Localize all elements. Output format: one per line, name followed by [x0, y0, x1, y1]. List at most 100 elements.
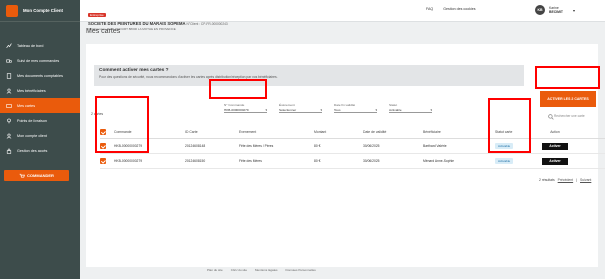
sidebar-item-label: Mes cartes	[17, 103, 36, 108]
sidebar-item-beneficiaries[interactable]: Mes bénéficiaires	[0, 83, 80, 98]
footer-link-legal[interactable]: Mentions légales	[255, 268, 278, 272]
table-row: HKB-00000000279 20124608150 Fête des Mèr…	[100, 154, 605, 169]
info-text: Pour des questions de sécurité, nous rec…	[99, 75, 278, 79]
sidebar-title: Mon Compte Client	[23, 8, 64, 13]
activate-button[interactable]: Activer	[542, 142, 568, 150]
order-button[interactable]: COMMANDER	[4, 170, 69, 181]
cards-count: 2 cartes	[91, 112, 104, 116]
cards-panel: Comment activer mes cartes ? Pour des qu…	[86, 44, 605, 267]
filters-bar: N° Commande HKB-0000000279 ▾ Événement Sé…	[224, 103, 444, 113]
pagination: 2 résultats Précédent | Suivant	[539, 178, 591, 182]
sidebar-item-label: Suivi de mes commandes	[17, 58, 60, 63]
column-header[interactable]: Commande	[114, 130, 185, 134]
sidebar-header[interactable]: Mon Compte Client	[0, 0, 80, 22]
sidebar-item-label: Gestion des accès	[17, 148, 48, 153]
row-select-cell	[100, 143, 114, 149]
cell-card-id: 20124608148	[185, 144, 206, 148]
column-header: Bénéficiaire	[423, 130, 441, 134]
cell-status: Activable	[495, 158, 535, 164]
search-icon	[548, 114, 554, 120]
dashboard-icon	[6, 42, 12, 49]
faq-link[interactable]: FAQ	[426, 7, 433, 11]
footer-link-sitemap[interactable]: Plan du site	[207, 268, 223, 272]
user-name: Karine BECIMIT	[549, 6, 563, 14]
pin-icon	[6, 118, 12, 124]
filter-event[interactable]: Événement Sélectionner ▾	[279, 103, 322, 113]
status-badge: Activable	[495, 158, 514, 164]
filter-validity-date[interactable]: Date fin validité Tous ▾	[334, 103, 377, 113]
prev-page-link[interactable]: Précédent	[558, 178, 573, 182]
cell-amount: 80 €	[314, 144, 321, 148]
main-content: Mes cartes Comment activer mes cartes ? …	[80, 22, 605, 279]
info-box: Comment activer mes cartes ? Pour des qu…	[94, 65, 524, 86]
next-page-link[interactable]: Suivant	[580, 178, 591, 182]
users-icon	[6, 88, 12, 94]
sidebar-item-dashboard[interactable]: Tableau de bord	[0, 38, 80, 53]
avatar: KB	[535, 5, 545, 15]
top-bar: Entreprise SOCIETE DES PEINTURES DU MARA…	[80, 0, 605, 31]
results-count: 2 résultats	[539, 178, 555, 182]
row-checkbox[interactable]	[100, 143, 106, 149]
activate-all-button[interactable]: ACTIVER LES 2 CARTES	[540, 91, 596, 107]
column-header: Statut carte	[495, 130, 513, 134]
activate-button[interactable]: Activer	[542, 157, 568, 165]
column-header: Evenement	[239, 130, 257, 134]
search-placeholder: Rechercher une carte	[554, 114, 585, 118]
cell-event: Fête des Mères / Pères	[239, 144, 274, 148]
row-checkbox[interactable]	[100, 158, 106, 164]
chevron-down-icon: ▾	[430, 107, 432, 112]
cell-date: 30/06/2025	[363, 144, 380, 148]
chevron-down-icon: ▾	[320, 107, 322, 112]
sidebar-item-account[interactable]: Mon compte client	[0, 128, 80, 143]
page-title: Mes cartes	[86, 28, 121, 35]
select-all-cell	[100, 129, 114, 135]
card-icon	[6, 103, 12, 109]
sidebar-item-documents[interactable]: Mes documents comptables	[0, 68, 80, 83]
sidebar-item-label: Points de livraison	[17, 118, 47, 123]
footer-link-terms[interactable]: CGU du site	[231, 268, 247, 272]
sidebar-item-delivery-points[interactable]: Points de livraison	[0, 113, 80, 128]
filter-value-text: Activable	[389, 107, 402, 112]
status-badge: Activable	[495, 143, 514, 149]
user-menu[interactable]: KB Karine BECIMIT ▾	[535, 5, 575, 15]
cell-order: HKB-00000000279	[114, 144, 143, 148]
filter-value: Sélectionner ▾	[279, 108, 322, 113]
cell-status: Activable	[495, 143, 535, 149]
company-type-badge: Entreprise	[88, 13, 106, 17]
pager-separator: |	[576, 178, 578, 182]
filter-status[interactable]: Statut Activable ▾	[389, 103, 432, 113]
info-title: Comment activer mes cartes ?	[99, 68, 169, 73]
sidebar-item-cards[interactable]: Mes cartes	[0, 98, 80, 113]
cell-order: HKB-00000000279	[114, 159, 143, 163]
column-header: Montant	[314, 130, 327, 134]
select-all-checkbox[interactable]	[100, 129, 106, 135]
cell-action: Activer	[535, 157, 575, 165]
sidebar-item-label: Tableau de bord	[17, 43, 44, 48]
document-icon	[6, 72, 12, 79]
cell-card-id: 20124608150	[185, 159, 206, 163]
cell-beneficiary: Barthard Valérie	[423, 144, 447, 148]
sidebar-item-access[interactable]: Gestion des accès	[0, 143, 80, 158]
sidebar-item-label: Mes bénéficiaires	[17, 88, 46, 93]
sidebar: Mon Compte Client Tableau de bord Suivi …	[0, 0, 80, 279]
filter-value-text: Sélectionner	[279, 107, 297, 112]
row-select-cell	[100, 158, 114, 164]
sidebar-item-orders[interactable]: Suivi de mes commandes	[0, 53, 80, 68]
cell-event: Fête des Mères	[239, 159, 262, 163]
filter-value-text: HKB-0000000279	[224, 107, 249, 112]
search-input[interactable]: Rechercher une carte	[548, 114, 585, 120]
footer-link-privacy[interactable]: Données Personnelles	[286, 268, 316, 272]
table-row: HKB-00000000279 20124608148 Fête des Mèr…	[100, 139, 605, 154]
filter-value: Activable ▾	[389, 108, 432, 113]
filter-order-number[interactable]: N° Commande HKB-0000000279 ▾	[224, 103, 267, 113]
cookies-link[interactable]: Gestion des cookies	[443, 7, 475, 11]
filter-value-text: Tous	[334, 107, 341, 112]
lock-icon	[6, 148, 12, 154]
sidebar-item-label: Mes documents comptables	[17, 73, 63, 78]
order-button-label: COMMANDER	[27, 173, 54, 178]
footer-links: Plan du site CGU du site Mentions légale…	[207, 268, 316, 272]
header-links: FAQ Gestion des cookies	[426, 7, 476, 11]
truck-icon	[6, 58, 12, 64]
user-icon	[6, 133, 12, 139]
chevron-down-icon: ▾	[572, 7, 575, 13]
